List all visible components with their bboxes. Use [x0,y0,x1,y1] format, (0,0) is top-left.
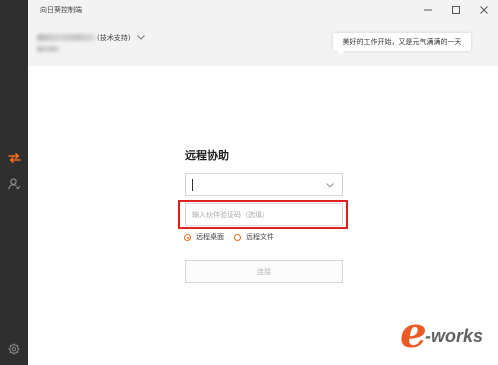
close-icon [480,6,488,14]
swap-arrows-icon [7,153,21,163]
app-title: 向日葵控制端 [40,6,82,14]
e-works-watermark-logo: e -works [400,312,490,360]
gear-icon [8,343,20,355]
minimize-button[interactable] [421,4,435,16]
connect-button[interactable]: 连接 [185,260,343,283]
radio-label: 远程文件 [246,233,274,241]
user-account-menu[interactable]: (技术支持) [37,32,147,43]
minimize-icon [424,9,432,11]
page-title: 远程协助 [185,149,229,162]
blurred-user-id [37,46,59,52]
watermark-text: -works [425,326,484,346]
maximize-icon [452,6,460,14]
radio-remote-file[interactable]: 远程文件 [234,233,274,242]
sidebar-item-remote-assist[interactable] [4,150,24,166]
partner-id-input[interactable] [186,174,342,195]
greeting-bubble: 美好的工作开始，又是元气满满的一天 [333,33,471,55]
person-icon [8,178,20,190]
chevron-down-icon [137,35,145,40]
text-cursor [192,179,193,191]
user-role: (技术支持) [97,34,131,42]
sidebar-item-settings[interactable] [4,341,24,357]
blurred-username [37,34,95,41]
sidebar [0,0,28,365]
radio-remote-desktop[interactable]: 远程桌面 [184,233,224,242]
partner-id-combobox[interactable] [185,173,343,196]
radio-button[interactable] [234,234,241,241]
radio-button[interactable] [184,234,191,241]
maximize-button[interactable] [449,4,463,16]
sidebar-item-person[interactable] [4,176,24,192]
verification-code-input[interactable] [186,204,342,225]
verification-code-field [185,203,343,226]
greeting-text: 美好的工作开始，又是元气满满的一天 [342,38,462,46]
close-button[interactable] [477,4,491,16]
watermark-e-glyph: e [400,308,427,357]
chevron-down-icon[interactable] [326,183,334,188]
radio-label: 远程桌面 [196,233,224,241]
